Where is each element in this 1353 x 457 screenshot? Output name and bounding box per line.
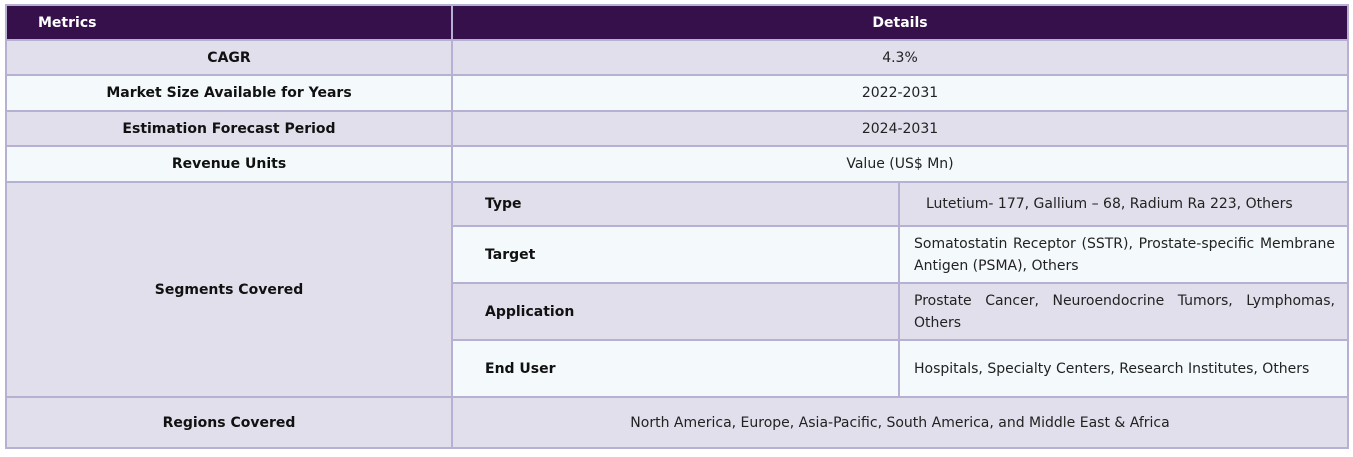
forecast-period-value: 2024-2031 <box>451 110 1349 147</box>
revenue-units-value: Value (US$ Mn) <box>451 145 1349 183</box>
table-row-regions: Regions Covered North America, Europe, A… <box>5 396 1349 449</box>
forecast-period-label: Estimation Forecast Period <box>5 110 453 147</box>
regions-covered-label: Regions Covered <box>5 396 453 449</box>
table-row-segments: Segments Covered Type Lutetium- 177, Gal… <box>5 181 1349 398</box>
table-row-cagr: CAGR 4.3% <box>5 39 1349 76</box>
segment-row-end-user: End User Hospitals, Specialty Centers, R… <box>453 339 1349 396</box>
market-size-years-label: Market Size Available for Years <box>5 74 453 112</box>
segments-detail-cell: Type Lutetium- 177, Gallium – 68, Radium… <box>451 181 1349 398</box>
segment-target-label: Target <box>453 225 900 284</box>
segments-subtable: Type Lutetium- 177, Gallium – 68, Radium… <box>453 183 1349 396</box>
report-table: Metrics Details CAGR 4.3% Market Size Av… <box>5 4 1349 449</box>
segment-target-value: Somatostatin Receptor (SSTR), Prostate-s… <box>898 225 1349 284</box>
cagr-value: 4.3% <box>451 39 1349 76</box>
table-row-revenue-units: Revenue Units Value (US$ Mn) <box>5 145 1349 183</box>
regions-covered-value: North America, Europe, Asia-Pacific, Sou… <box>451 396 1349 449</box>
details-header: Details <box>451 4 1349 41</box>
market-size-years-value: 2022-2031 <box>451 74 1349 112</box>
revenue-units-label: Revenue Units <box>5 145 453 183</box>
segment-end-user-label: End User <box>453 339 900 396</box>
segments-covered-label: Segments Covered <box>5 181 453 398</box>
segment-application-value: Prostate Cancer, Neuroendocrine Tumors, … <box>898 282 1349 341</box>
segment-row-application: Application Prostate Cancer, Neuroendocr… <box>453 282 1349 341</box>
segment-type-value: Lutetium- 177, Gallium – 68, Radium Ra 2… <box>898 183 1349 227</box>
segment-application-label: Application <box>453 282 900 341</box>
header-row: Metrics Details <box>5 4 1349 41</box>
segment-row-type: Type Lutetium- 177, Gallium – 68, Radium… <box>453 183 1349 227</box>
segment-row-target: Target Somatostatin Receptor (SSTR), Pro… <box>453 225 1349 284</box>
segment-end-user-value: Hospitals, Specialty Centers, Research I… <box>898 339 1349 396</box>
segment-type-label: Type <box>453 183 900 227</box>
metrics-header: Metrics <box>5 4 453 41</box>
table-row-market-size-years: Market Size Available for Years 2022-203… <box>5 74 1349 112</box>
cagr-label: CAGR <box>5 39 453 76</box>
table-row-forecast-period: Estimation Forecast Period 2024-2031 <box>5 110 1349 147</box>
